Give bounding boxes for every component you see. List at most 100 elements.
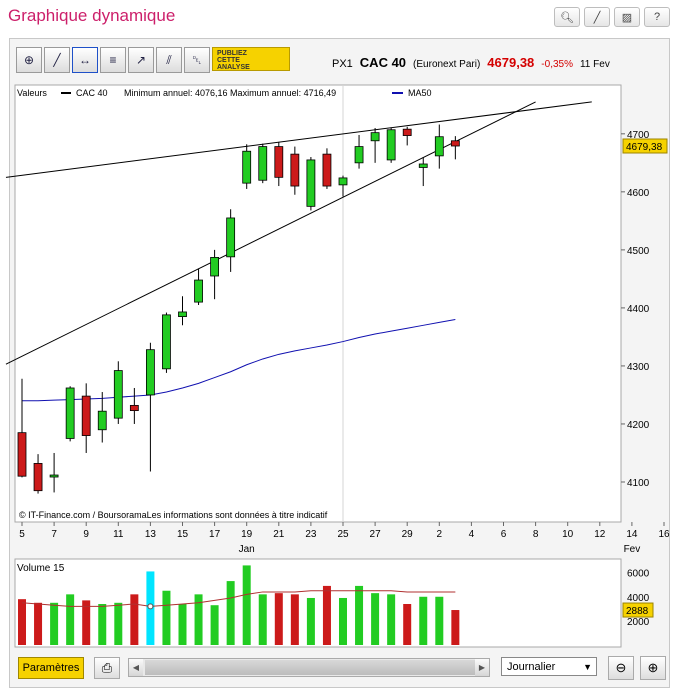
last-price-label: 4679,38 — [626, 142, 663, 153]
candle-body — [418, 163, 428, 168]
zoom-in-icon[interactable]: ⊕ — [640, 656, 666, 680]
y-tick-label: 4200 — [627, 420, 650, 431]
x-tick-label: 23 — [305, 529, 317, 540]
printer-icon[interactable]: ⎙ — [94, 657, 120, 679]
candle-body — [65, 387, 75, 439]
candle-body — [17, 432, 27, 477]
x-tick-label: 5 — [19, 529, 25, 540]
volume-bar — [387, 594, 396, 645]
x-tick-label: 21 — [273, 529, 285, 540]
y-tick-label: 4600 — [627, 188, 650, 199]
candle-body — [129, 404, 139, 412]
candle-body — [162, 314, 171, 370]
chevron-down-icon: ▼ — [583, 661, 592, 672]
x-tick-label: 14 — [626, 529, 638, 540]
candle-body — [210, 257, 220, 277]
volume-bar — [114, 602, 123, 645]
volume-bar — [178, 604, 187, 645]
x-tick-label: 2 — [437, 529, 443, 540]
volume-bar — [435, 596, 444, 645]
volume-bar — [339, 597, 347, 645]
x-tick-label: 16 — [658, 529, 670, 540]
volume-marker — [147, 603, 154, 610]
month-label: Jan — [239, 544, 255, 555]
scroll-right-icon[interactable]: ▶ — [475, 659, 489, 676]
volume-title: Volume 15 — [17, 563, 65, 574]
x-tick-label: 7 — [51, 529, 57, 540]
x-tick-label: 25 — [337, 529, 349, 540]
volume-bar — [210, 605, 219, 645]
legend-series: CAC 40 — [76, 88, 108, 98]
volume-bar — [451, 610, 460, 645]
candle-body — [306, 159, 316, 207]
parameters-button[interactable]: Paramètres — [18, 657, 84, 679]
candle-body — [49, 474, 59, 478]
scroll-thumb[interactable] — [145, 660, 475, 675]
x-tick-label: 11 — [113, 529, 124, 540]
candle-body — [402, 128, 412, 136]
volume-tick-label: 2000 — [627, 617, 650, 628]
y-tick-label: 4500 — [627, 246, 650, 257]
candle-body — [450, 140, 460, 147]
volume-bar — [18, 599, 26, 645]
x-tick-label: 6 — [501, 529, 507, 540]
month-label: Fev — [624, 544, 641, 555]
candle-body — [81, 395, 91, 436]
candle-body — [242, 150, 252, 184]
y-tick-label: 4100 — [627, 478, 650, 489]
x-tick-label: 17 — [209, 529, 221, 540]
scroll-left-icon[interactable]: ◀ — [129, 659, 143, 676]
x-tick-label: 29 — [402, 529, 414, 540]
legend-valeurs: Valeurs — [17, 88, 47, 98]
candle-body — [97, 410, 107, 431]
candle-body — [386, 129, 396, 161]
candle-body — [322, 153, 332, 187]
volume-bar — [355, 585, 364, 645]
x-tick-label: 12 — [594, 529, 606, 540]
volume-bar — [242, 565, 251, 645]
bottom-bar: Paramètres ⎙ ◀ ▶ Journalier ▼ ⊖ ⊕ — [16, 656, 666, 680]
volume-bar — [226, 581, 235, 645]
candle-body — [258, 146, 268, 181]
candle-body — [194, 279, 203, 303]
y-tick-label: 4300 — [627, 362, 650, 373]
legend-minmax: Minimum annuel: 4076,16 Maximum annuel: … — [124, 88, 336, 98]
volume-bar — [274, 593, 283, 645]
candle-body — [370, 132, 380, 142]
volume-bar — [403, 604, 412, 645]
period-select[interactable]: Journalier ▼ — [501, 657, 597, 676]
time-scrollbar[interactable]: ◀ ▶ — [128, 658, 490, 677]
candle-body — [290, 153, 300, 187]
x-tick-label: 15 — [177, 529, 189, 540]
x-tick-label: 27 — [370, 529, 382, 540]
zoom-out-icon[interactable]: ⊖ — [608, 656, 634, 680]
x-tick-label: 10 — [562, 529, 574, 540]
y-tick-label: 4400 — [627, 304, 650, 315]
x-tick-label: 4 — [469, 529, 475, 540]
volume-bar — [371, 593, 380, 645]
x-tick-label: 9 — [83, 529, 89, 540]
volume-bar — [66, 594, 75, 645]
candle-body — [338, 177, 348, 186]
candle-body — [226, 217, 236, 258]
x-tick-label: 13 — [145, 529, 157, 540]
volume-tick-label: 6000 — [627, 569, 650, 580]
volume-bar — [419, 596, 428, 645]
last-volume-label: 2888 — [626, 606, 649, 617]
volume-bar — [50, 602, 59, 645]
legend-ma: MA50 — [408, 88, 432, 98]
candle-body — [434, 136, 444, 157]
volume-bar — [162, 590, 171, 645]
x-tick-label: 19 — [241, 529, 253, 540]
volume-bar — [322, 585, 331, 645]
volume-bar — [258, 594, 267, 645]
price-plot-area — [14, 84, 622, 523]
volume-bar — [306, 597, 315, 645]
chart-svg: 41004200430044004500460047004679,385 7 9 11… — [5, 84, 670, 648]
volume-bar — [290, 594, 299, 645]
candle-body — [354, 146, 364, 164]
volume-bar — [130, 594, 139, 645]
candle-body — [33, 463, 43, 492]
volume-bar — [34, 602, 43, 645]
candle-body — [145, 349, 155, 396]
